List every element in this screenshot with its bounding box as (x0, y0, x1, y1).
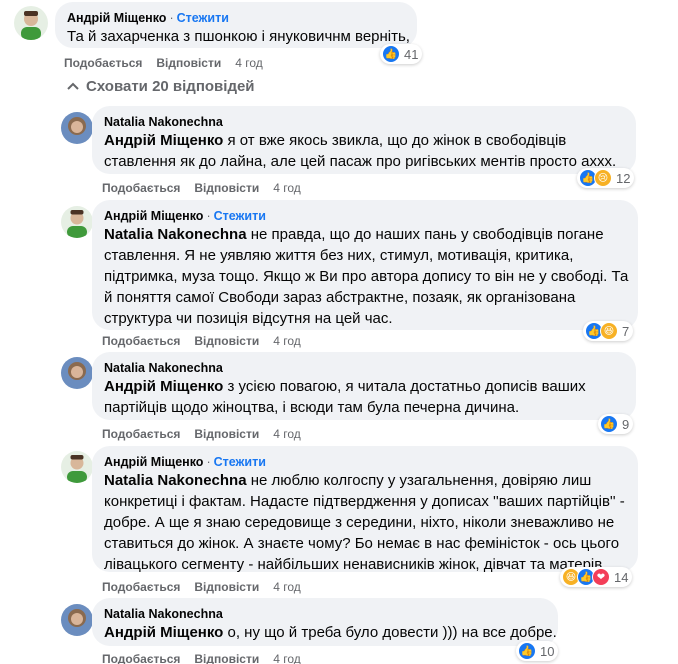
comment-actions: Подобається Відповісти 4 год (102, 427, 315, 441)
reaction-count: 9 (622, 416, 630, 432)
comment-actions: Подобається Відповісти 4 год (102, 334, 315, 348)
avatar[interactable] (61, 112, 93, 144)
comment-text: підтримка, муза тощо. Якщо ж Ви про авто… (104, 268, 629, 285)
reaction-summary[interactable]: 👍 😆 7 (583, 321, 634, 341)
reply-button[interactable]: Відповісти (194, 580, 259, 594)
reply-button[interactable]: Відповісти (194, 427, 259, 441)
mention-link[interactable]: Андрій Міщенко (104, 378, 223, 395)
comment-author[interactable]: Natalia Nakonechna (104, 361, 223, 375)
reaction-summary[interactable]: 👍 9 (598, 414, 634, 434)
comment-bubble: Андрій Міщенко · Стежити Natalia Nakonechn… (92, 446, 638, 573)
comment-bubble: Natalia Nakonechna Андрій Міщенко я от в… (92, 106, 636, 174)
reaction-count: 14 (614, 569, 629, 585)
avatar[interactable] (61, 206, 93, 238)
reaction-summary[interactable]: 👍 😢 12 (577, 168, 635, 188)
comment-text: ставиться до жінок. А знаєте чому? Бо не… (104, 535, 620, 552)
haha-reaction-icon: 😆 (600, 322, 618, 340)
comment-author[interactable]: Natalia Nakonechna (104, 607, 223, 621)
like-reaction-icon: 👍 (600, 415, 618, 433)
follow-button[interactable]: Стежити (177, 11, 229, 25)
comment-text: Андрій Міщенко з усією повагою, я читала… (104, 378, 586, 395)
reaction-summary[interactable]: 😆 👍 ❤ 14 (560, 567, 633, 587)
comment-text: Андрій Міщенко я от вже якось звикла, що… (104, 132, 567, 149)
comment-bubble: Андрій Міщенко · Стежити Natalia Nakonechn… (92, 200, 638, 330)
comment-text: Natalia Nakonechna не правда, що до наши… (104, 226, 604, 243)
comment-text: Андрій Міщенко о, ну що й треба було дов… (104, 624, 557, 641)
comment-bubble: Natalia Nakonechna Андрій Міщенко о, ну … (92, 598, 558, 646)
comment-actions: Подобається Відповісти 4 год (102, 652, 315, 664)
comment-bubble: Андрій Міщенко · Стежити Та й захарченка з… (55, 2, 417, 48)
reply-button[interactable]: Відповісти (156, 56, 221, 70)
comment-text: партійців щодо жіноцтва, і всюди там бул… (104, 399, 520, 416)
timestamp[interactable]: 4 год (235, 56, 263, 70)
comment-author[interactable]: Natalia Nakonechna (104, 115, 223, 129)
love-reaction-icon: ❤ (592, 568, 610, 586)
like-button[interactable]: Подобається (64, 56, 142, 70)
avatar[interactable] (61, 451, 93, 483)
hide-replies-label: Сховати 20 відповідей (86, 78, 255, 95)
mention-link[interactable]: Natalia Nakonechna (104, 472, 247, 489)
avatar[interactable] (14, 6, 48, 40)
timestamp[interactable]: 4 год (273, 580, 301, 594)
mention-link[interactable]: Андрій Міщенко (104, 624, 223, 641)
reply-button[interactable]: Відповісти (194, 334, 259, 348)
avatar[interactable] (61, 357, 93, 389)
comment-text: добре. А ще я знаю середовище з середини… (104, 514, 615, 531)
comment-actions: Подобається Відповісти 4 год (102, 580, 315, 594)
like-button[interactable]: Подобається (102, 580, 180, 594)
like-reaction-icon: 👍 (518, 642, 536, 660)
reply-button[interactable]: Відповісти (194, 652, 259, 664)
mention-link[interactable]: Natalia Nakonechna (104, 226, 247, 243)
timestamp[interactable]: 4 год (273, 181, 301, 195)
like-button[interactable]: Подобається (102, 181, 180, 195)
follow-button[interactable]: Стежити (214, 209, 266, 223)
reply-button[interactable]: Відповісти (194, 181, 259, 195)
reaction-count: 12 (616, 170, 631, 186)
follow-button[interactable]: Стежити (214, 455, 266, 469)
comment-text: Natalia Nakonechna не люблю колгоспу у у… (104, 472, 592, 489)
timestamp[interactable]: 4 год (273, 652, 301, 664)
reaction-count: 7 (622, 323, 630, 339)
hide-replies-button[interactable]: Сховати 20 відповідей (66, 78, 255, 95)
comment-text: й поняття самої Свободи зараз абстрактне… (104, 289, 576, 306)
comment-actions: Подобається Відповісти 4 год (64, 56, 277, 70)
comment-actions: Подобається Відповісти 4 год (102, 181, 315, 195)
reaction-summary[interactable]: 👍 41 (380, 44, 423, 64)
reaction-count: 10 (540, 643, 555, 659)
comment-text: ставлення як до лайна, але цей пасаж про… (104, 153, 617, 170)
timestamp[interactable]: 4 год (273, 427, 301, 441)
comment-author[interactable]: Андрій Міщенко (104, 209, 203, 223)
timestamp[interactable]: 4 год (273, 334, 301, 348)
mention-link[interactable]: Андрій Міщенко (104, 132, 223, 149)
chevron-up-icon (67, 82, 79, 90)
reaction-count: 41 (404, 46, 419, 62)
comment-author[interactable]: Андрій Міщенко (67, 11, 166, 25)
comment-author[interactable]: Андрій Міщенко (104, 455, 203, 469)
avatar[interactable] (61, 604, 93, 636)
comment-text: структура чи позиція відсутня на цей час… (104, 310, 393, 327)
reaction-summary[interactable]: 👍 10 (516, 641, 559, 661)
like-button[interactable]: Подобається (102, 652, 180, 664)
like-reaction-icon: 👍 (382, 45, 400, 63)
comment-text: Та й захарченка з пшонкою і януковичнм в… (67, 28, 410, 45)
like-button[interactable]: Подобається (102, 334, 180, 348)
sad-reaction-icon: 😢 (594, 169, 612, 187)
comment-text: ставлення. Я не уявляю життя без них, ст… (104, 247, 574, 264)
comment-text: лівацького сегменту - найбільших ненавис… (104, 556, 603, 573)
like-button[interactable]: Подобається (102, 427, 180, 441)
comment-text: конкретиці і фактам. Надасте підтверджен… (104, 493, 625, 510)
comment-bubble: Natalia Nakonechna Андрій Міщенко з усіє… (92, 352, 636, 420)
